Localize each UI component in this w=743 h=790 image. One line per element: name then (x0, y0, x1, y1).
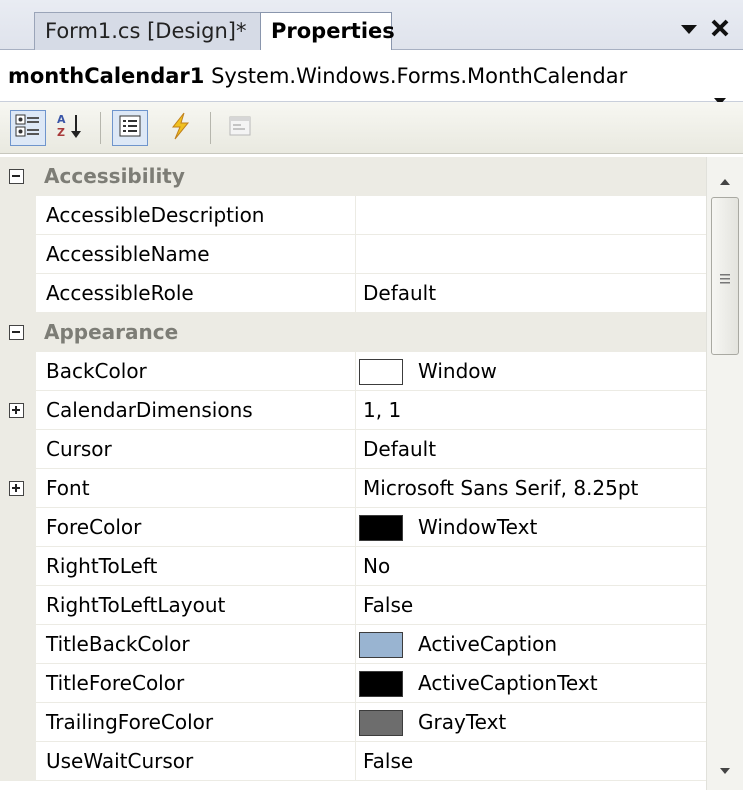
svg-text:Z: Z (57, 126, 65, 139)
events-icon (168, 112, 192, 144)
property-value[interactable]: Window (418, 352, 703, 391)
property-name: BackColor (46, 352, 356, 391)
expand-icon[interactable] (9, 481, 24, 496)
property-name: Font (46, 469, 356, 508)
property-row-cursor[interactable]: Cursor Default (0, 430, 706, 469)
row-gutter (0, 703, 36, 742)
property-row-trailingforecolor[interactable]: TrailingForeColor GrayText (0, 703, 706, 742)
alphabetical-button[interactable]: A Z (52, 110, 88, 146)
property-name: AccessibleName (46, 235, 356, 274)
row-gutter (0, 352, 36, 391)
property-row-titlebackcolor[interactable]: TitleBackColor ActiveCaption (0, 625, 706, 664)
property-name: ForeColor (46, 508, 356, 547)
tab-properties-label: Properties (271, 19, 395, 43)
color-swatch (359, 710, 403, 736)
property-name: RightToLeftLayout (46, 586, 356, 625)
events-button[interactable] (162, 110, 198, 146)
row-gutter (0, 586, 36, 625)
property-name: TitleForeColor (46, 664, 356, 703)
window-position-dropdown-icon[interactable] (678, 18, 700, 40)
properties-button[interactable] (112, 110, 148, 146)
property-name: RightToLeft (46, 547, 356, 586)
tab-properties[interactable]: Properties (260, 12, 395, 51)
property-value[interactable]: Default (363, 274, 703, 313)
property-row-titleforecolor[interactable]: TitleForeColor ActiveCaptionText (0, 664, 706, 703)
property-name: TrailingForeColor (46, 703, 356, 742)
property-value[interactable] (363, 196, 703, 235)
chevron-down-icon[interactable] (712, 73, 728, 105)
row-gutter (0, 274, 36, 313)
object-selector[interactable]: monthCalendar1 System.Windows.Forms.Mont… (0, 50, 743, 105)
toolbar-separator (210, 112, 211, 144)
tab-form1-design-label: Form1.cs [Design]* (45, 19, 247, 43)
row-gutter (0, 625, 36, 664)
property-row-backcolor[interactable]: BackColor Window (0, 352, 706, 391)
categorized-icon (15, 113, 41, 143)
property-name: UseWaitCursor (46, 742, 356, 781)
property-name: TitleBackColor (46, 625, 356, 664)
tab-strip: Form1.cs [Design]* Properties (0, 0, 743, 51)
color-swatch (359, 671, 403, 697)
property-row-accessibledescription[interactable]: AccessibleDescription (0, 196, 706, 235)
property-value[interactable]: No (363, 547, 703, 586)
property-row-righttoleftlayout[interactable]: RightToLeftLayout False (0, 586, 706, 625)
property-row-accessiblerole[interactable]: AccessibleRole Default (0, 274, 706, 313)
property-value[interactable]: GrayText (418, 703, 703, 742)
grip-icon (720, 270, 730, 284)
collapse-icon[interactable] (9, 169, 24, 184)
property-value[interactable]: WindowText (418, 508, 703, 547)
row-gutter (0, 235, 36, 274)
categorized-button[interactable] (10, 110, 46, 146)
property-value[interactable]: ActiveCaptionText (418, 664, 703, 703)
expand-icon[interactable] (9, 403, 24, 418)
color-swatch (359, 515, 403, 541)
property-pages-button[interactable] (222, 110, 258, 146)
property-row-righttoleft[interactable]: RightToLeft No (0, 547, 706, 586)
row-gutter (0, 430, 36, 469)
color-swatch (359, 359, 403, 385)
property-name: CalendarDimensions (46, 391, 356, 430)
category-row-accessibility[interactable]: Accessibility (0, 157, 706, 196)
svg-text:A: A (57, 113, 66, 126)
properties-icon (118, 114, 142, 142)
properties-toolbar: A Z (0, 102, 743, 154)
property-value[interactable]: 1, 1 (363, 391, 703, 430)
collapse-icon[interactable] (9, 325, 24, 340)
property-value[interactable]: ActiveCaption (418, 625, 703, 664)
color-swatch (359, 632, 403, 658)
category-row-appearance[interactable]: Appearance (0, 313, 706, 352)
property-name: AccessibleDescription (46, 196, 356, 235)
property-value[interactable] (363, 235, 703, 274)
row-gutter (0, 664, 36, 703)
scroll-down-icon[interactable] (716, 762, 734, 774)
property-row-calendardimensions[interactable]: CalendarDimensions 1, 1 (0, 391, 706, 430)
alphabetical-icon: A Z (55, 111, 85, 145)
object-name: monthCalendar1 (8, 64, 205, 88)
category-label: Accessibility (44, 164, 185, 188)
property-value[interactable]: Default (363, 430, 703, 469)
close-icon[interactable] (706, 14, 734, 42)
property-pages-icon (228, 114, 252, 142)
row-gutter (0, 508, 36, 547)
row-gutter (0, 742, 36, 781)
property-row-usewaitcursor[interactable]: UseWaitCursor False (0, 742, 706, 781)
scrollbar-thumb[interactable] (711, 197, 739, 355)
property-row-font[interactable]: Font Microsoft Sans Serif, 8.25pt (0, 469, 706, 508)
vertical-scrollbar[interactable] (706, 157, 743, 790)
property-grid: Accessibility AccessibleDescription Access… (0, 157, 743, 790)
property-row-forecolor[interactable]: ForeColor WindowText (0, 508, 706, 547)
scroll-up-icon[interactable] (716, 173, 734, 185)
property-name: Cursor (46, 430, 356, 469)
property-row-accessiblename[interactable]: AccessibleName (0, 235, 706, 274)
object-type: System.Windows.Forms.MonthCalendar (211, 64, 628, 88)
property-value[interactable]: False (363, 742, 703, 781)
property-value[interactable]: Microsoft Sans Serif, 8.25pt (363, 469, 703, 508)
tab-form1-design[interactable]: Form1.cs [Design]* (34, 12, 272, 50)
category-label: Appearance (44, 320, 179, 344)
row-gutter (0, 196, 36, 235)
row-gutter (0, 547, 36, 586)
property-value[interactable]: False (363, 586, 703, 625)
property-name: AccessibleRole (46, 274, 356, 313)
toolbar-separator (100, 112, 101, 144)
